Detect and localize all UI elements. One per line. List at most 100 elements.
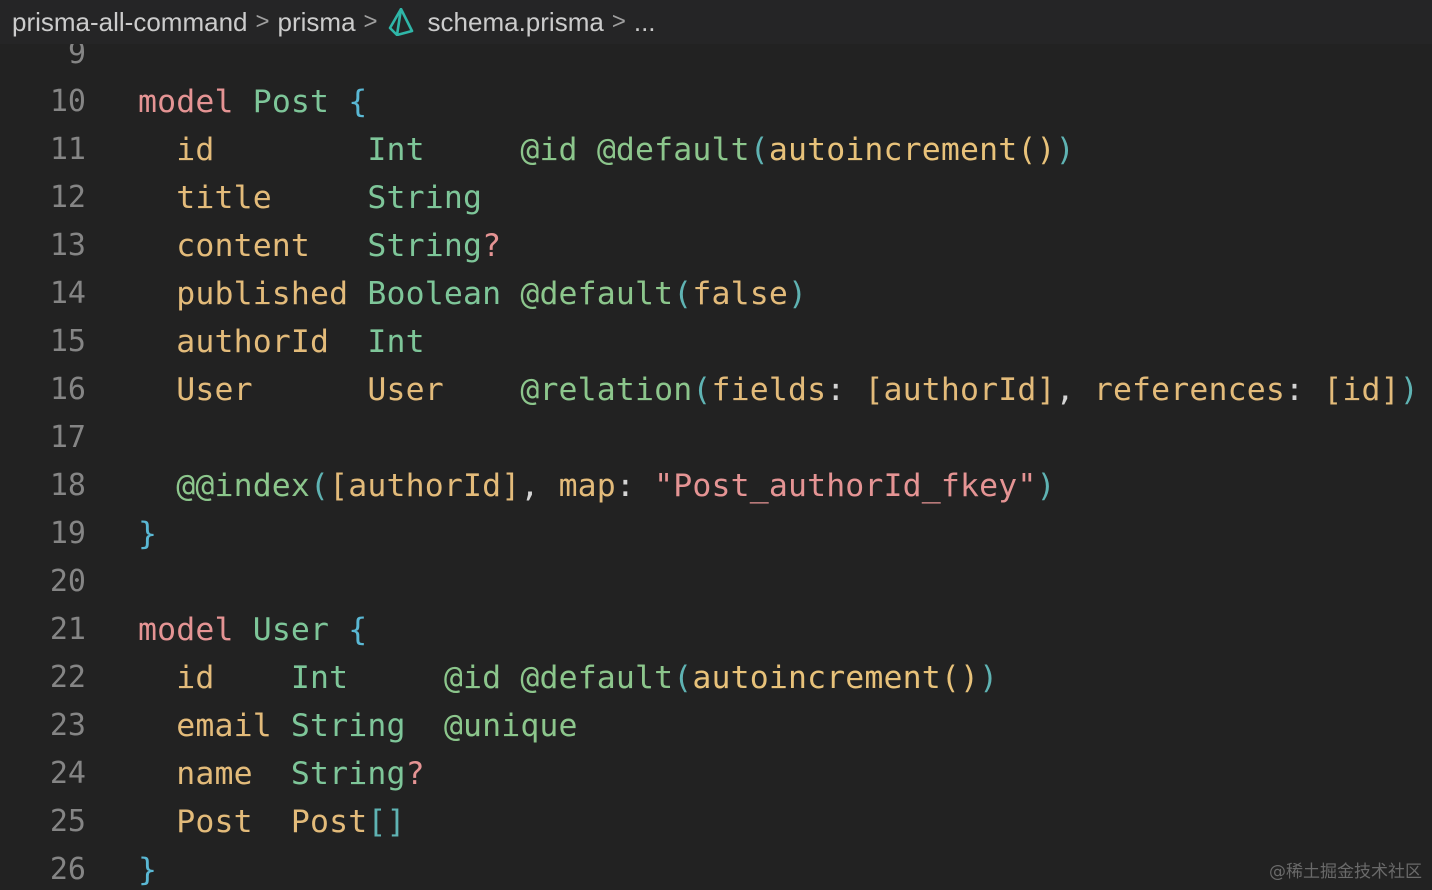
- code-token: model: [138, 612, 234, 648]
- code-token: references: [1093, 372, 1285, 408]
- code-text: title String: [138, 174, 482, 222]
- code-text: id Int @id @default(autoincrement()): [138, 654, 998, 702]
- chevron-right-icon: >: [363, 8, 378, 35]
- code-token: ,: [1055, 372, 1094, 408]
- code-token: }: [138, 852, 158, 888]
- breadcrumb: prisma-all-command > prisma > schema.pri…: [0, 0, 1432, 44]
- code-token: ): [1055, 132, 1075, 168]
- line-number: 16: [49, 372, 86, 407]
- code-token: ?: [482, 228, 502, 264]
- line-number: 19: [49, 516, 86, 551]
- code-token: email: [138, 708, 291, 744]
- code-line[interactable]: 25 Post Post[]: [0, 798, 1432, 846]
- code-token: name: [138, 756, 291, 792]
- code-line[interactable]: 16 User User @relation(fields: [authorId…: [0, 366, 1432, 414]
- code-line[interactable]: 12 title String: [0, 174, 1432, 222]
- code-token: false: [692, 276, 788, 312]
- code-line[interactable]: 21 model User {: [0, 606, 1432, 654]
- code-token: (: [749, 132, 769, 168]
- code-text: model Post {: [138, 78, 367, 126]
- code-token: @@index: [176, 468, 311, 504]
- code-token: (: [692, 372, 712, 408]
- code-token: (: [673, 276, 693, 312]
- code-text: published Boolean @default(false): [138, 270, 807, 318]
- code-line[interactable]: 19}: [0, 510, 1432, 558]
- code-line[interactable]: 18 @@index([authorId], map: "Post_author…: [0, 462, 1432, 510]
- code-token: @relation: [520, 372, 693, 408]
- breadcrumb-item-folder[interactable]: prisma: [278, 7, 356, 38]
- code-token: {: [348, 84, 368, 120]
- code-token: authorId: [138, 324, 368, 360]
- code-token: autoincrement: [692, 660, 941, 696]
- line-number: 22: [49, 660, 86, 695]
- code-text: }: [138, 510, 157, 558]
- line-number: 13: [49, 228, 86, 263]
- code-token: User: [367, 372, 444, 408]
- prisma-file-icon: [388, 8, 414, 36]
- code-token: {: [348, 612, 368, 648]
- code-text: authorId Int: [138, 318, 425, 366]
- code-token: Int: [367, 324, 425, 360]
- code-token: @default: [596, 132, 750, 168]
- code-token: "Post_authorId_fkey": [654, 468, 1037, 504]
- breadcrumb-item-file[interactable]: schema.prisma: [428, 7, 604, 38]
- code-text: model User {: [138, 606, 367, 654]
- breadcrumb-item-symbol[interactable]: ...: [634, 7, 656, 38]
- code-token: Post: [252, 84, 330, 120]
- code-text: User User @relation(fields: [authorId], …: [138, 366, 1419, 414]
- code-token: ): [1399, 372, 1419, 408]
- line-number: 23: [49, 708, 86, 743]
- code-token: @id: [443, 660, 502, 696]
- breadcrumb-item-workspace[interactable]: prisma-all-command: [12, 7, 248, 38]
- line-number: 15: [49, 324, 86, 359]
- line-number: 24: [49, 756, 86, 791]
- code-line[interactable]: 9: [0, 44, 1432, 78]
- chevron-right-icon: >: [255, 8, 270, 35]
- code-line[interactable]: 15 authorId Int: [0, 318, 1432, 366]
- code-token: User: [252, 612, 330, 648]
- code-token: String: [367, 228, 483, 264]
- code-text: name String?: [138, 750, 425, 798]
- code-line[interactable]: 13 content String?: [0, 222, 1432, 270]
- code-line[interactable]: 26}: [0, 846, 1432, 890]
- line-number: 10: [49, 84, 86, 119]
- line-number: 14: [49, 276, 86, 311]
- code-token: @unique: [443, 708, 578, 744]
- code-line[interactable]: 20: [0, 558, 1432, 606]
- code-line[interactable]: 10 model Post {: [0, 78, 1432, 126]
- code-token: String: [290, 756, 406, 792]
- code-token: (: [673, 660, 693, 696]
- line-number: 26: [49, 852, 86, 887]
- line-number: 25: [49, 804, 86, 839]
- line-number: 20: [49, 564, 86, 599]
- code-token: }: [138, 516, 158, 552]
- code-token: String: [367, 180, 483, 216]
- code-token: ): [787, 276, 808, 312]
- code-line[interactable]: 17: [0, 414, 1432, 462]
- code-line[interactable]: 22 id Int @id @default(autoincrement()): [0, 654, 1432, 702]
- code-line[interactable]: 23 email String @unique: [0, 702, 1432, 750]
- line-number: 18: [49, 468, 86, 503]
- code-token: []: [367, 804, 406, 840]
- line-number: 9: [67, 44, 86, 71]
- line-number: 21: [49, 612, 86, 647]
- watermark: @稀土掘金技术社区: [1269, 862, 1422, 882]
- code-editor[interactable]: 9 10 model Post {11 id Int @id @default(au…: [0, 44, 1432, 890]
- code-line[interactable]: 24 name String?: [0, 750, 1432, 798]
- code-text: Post Post[]: [138, 798, 406, 846]
- code-token: @id: [520, 132, 578, 168]
- code-token: @default: [520, 276, 674, 312]
- code-text: @@index([authorId], map: "Post_authorId_…: [138, 462, 1056, 510]
- line-number: 11: [49, 132, 86, 167]
- code-line[interactable]: 14 published Boolean @default(false): [0, 270, 1432, 318]
- code-line[interactable]: 11 id Int @id @default(autoincrement()): [0, 126, 1432, 174]
- code-token: ): [979, 660, 999, 696]
- code-token: id: [138, 660, 291, 696]
